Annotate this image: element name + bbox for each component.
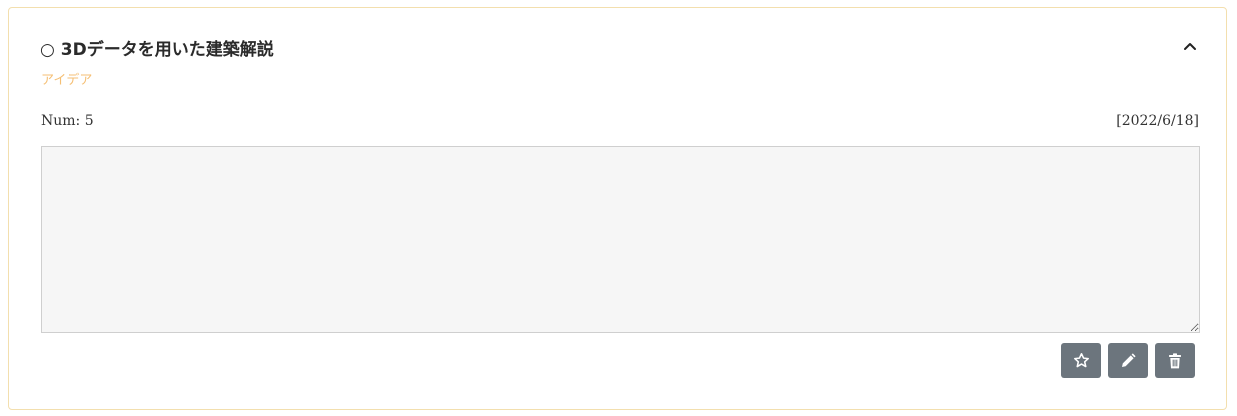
collapse-button[interactable] — [1180, 36, 1200, 56]
category-label: アイデア — [41, 73, 93, 88]
memo-textarea[interactable] — [41, 146, 1200, 333]
card-title: ○ 3Dデータを用いた建築解説 — [40, 40, 274, 60]
date-label: [2022/6/18] — [1116, 113, 1199, 129]
star-outline-icon — [1073, 352, 1090, 369]
idea-card: ○ 3Dデータを用いた建築解説 アイデア Num: 5 [2022/6/18] — [8, 7, 1227, 410]
num-label: Num: 5 — [41, 113, 94, 129]
pencil-icon — [1120, 352, 1136, 369]
trash-icon — [1168, 352, 1182, 369]
chevron-up-icon — [1183, 39, 1197, 54]
edit-button[interactable] — [1108, 343, 1148, 378]
action-buttons — [1061, 343, 1195, 378]
delete-button[interactable] — [1155, 343, 1195, 378]
favorite-button[interactable] — [1061, 343, 1101, 378]
